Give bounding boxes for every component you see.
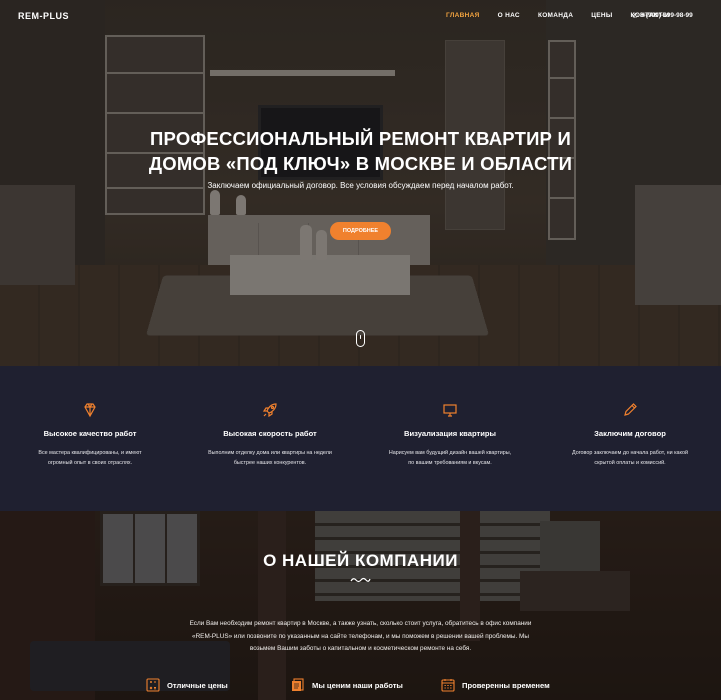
hero-title-line: ПРОФЕССИОНАЛЬНЫЙ РЕМОНТ КВАРТИР И bbox=[150, 128, 571, 149]
calculator-icon bbox=[146, 678, 160, 692]
monitor-icon bbox=[360, 402, 540, 418]
about-text: Если Вам необходим ремонт квартир в Моск… bbox=[0, 618, 721, 656]
about-text-line: возьмем Вашим заботы о капитальном и кос… bbox=[249, 645, 472, 652]
feature-text-line: Нарисуем вам будущий дизайн вашей кварти… bbox=[388, 450, 512, 456]
feature-text: Все мастера квалифицированы, и имеют огр… bbox=[20, 448, 160, 468]
feature-text-line: огромный опыт в своих отраслях. bbox=[47, 460, 133, 466]
hero-title: ПРОФЕССИОНАЛЬНЫЙ РЕМОНТ КВАРТИР И ДОМОВ … bbox=[0, 126, 721, 176]
features-section: Высокое качество работ Все мастера квали… bbox=[0, 366, 721, 511]
hero-section: REM-PLUS ГЛАВНАЯ О НАС КОМАНДА ЦЕНЫ КОНТ… bbox=[0, 0, 721, 366]
about-overlay bbox=[0, 511, 721, 700]
feature-text-line: по вашим требованиям и вкусам. bbox=[408, 460, 492, 466]
feature-title: Высокая скорость работ bbox=[223, 429, 317, 438]
documents-icon bbox=[292, 678, 304, 691]
feature-text-line: Все мастера квалифицированы, и имеют bbox=[38, 450, 142, 456]
scroll-down-icon[interactable] bbox=[356, 330, 365, 347]
feature-text-line: быстрее наших конкурентов. bbox=[233, 460, 307, 466]
diamond-icon bbox=[0, 402, 180, 418]
feature-text: Выполним отделку дома или квартиры на не… bbox=[200, 448, 340, 468]
menu-item-home[interactable]: ГЛАВНАЯ bbox=[446, 12, 480, 19]
menu-item-about[interactable]: О НАС bbox=[498, 12, 520, 19]
menu-item-prices[interactable]: ЦЕНЫ bbox=[591, 12, 612, 19]
feature-title: Высокое качество работ bbox=[43, 429, 137, 438]
about-text-line: «REM-PLUS» или позвоните по указанным на… bbox=[192, 632, 529, 640]
feature-text-line: скрытой оплаты и комиссий. bbox=[594, 460, 666, 466]
feature-text-line: Выполним отделку дома или квартиры на не… bbox=[208, 450, 332, 456]
more-button[interactable]: ПОДРОБНЕЕ bbox=[330, 222, 391, 240]
phone-icon: ✆ bbox=[632, 13, 638, 20]
feature-card: Высокая скорость работ Выполним отделку … bbox=[180, 366, 360, 511]
feature-card: Визуализация квартиры Нарисуем вам будущ… bbox=[360, 366, 540, 511]
benefit-label: Проверенны временем bbox=[462, 681, 550, 690]
feature-card: Высокое качество работ Все мастера квали… bbox=[0, 366, 180, 511]
about-section: О НАШЕЙ КОМПАНИИ Если Вам необходим ремо… bbox=[0, 511, 721, 700]
benefits-row: Отличные цены Мы ценим наши работы Прове… bbox=[0, 678, 721, 694]
feature-text-line: Договор заключаем до начала работ, ни ка… bbox=[572, 450, 688, 456]
phone-number[interactable]: 8-(999)-999-98-99 bbox=[640, 12, 693, 19]
feature-title: Заключим договор bbox=[594, 429, 666, 438]
feature-text: Договор заключаем до начала работ, ни ка… bbox=[560, 448, 700, 468]
pencil-icon bbox=[540, 402, 720, 418]
feature-title: Визуализация квартиры bbox=[404, 429, 496, 438]
calendar-icon bbox=[441, 679, 455, 692]
hero-subtitle: Заключаем официальный договор. Все услов… bbox=[207, 181, 514, 190]
wave-divider-icon bbox=[350, 577, 371, 583]
menu-item-team[interactable]: КОМАНДА bbox=[538, 12, 573, 19]
feature-card: Заключим договор Договор заключаем до на… bbox=[540, 366, 720, 511]
top-navbar: REM-PLUS ГЛАВНАЯ О НАС КОМАНДА ЦЕНЫ КОНТ… bbox=[0, 0, 721, 32]
hero-title-line: ДОМОВ «ПОД КЛЮЧ» В МОСКВЕ И ОБЛАСТИ bbox=[148, 153, 573, 174]
rocket-icon bbox=[180, 402, 360, 418]
benefit-label: Мы ценим наши работы bbox=[312, 681, 403, 690]
brand-logo[interactable]: REM-PLUS bbox=[18, 11, 69, 21]
about-text-line: Если Вам необходим ремонт квартир в Моск… bbox=[189, 620, 532, 627]
feature-text: Нарисуем вам будущий дизайн вашей кварти… bbox=[380, 448, 520, 468]
benefit-label: Отличные цены bbox=[167, 681, 228, 690]
about-title: О НАШЕЙ КОМПАНИИ bbox=[263, 551, 458, 570]
